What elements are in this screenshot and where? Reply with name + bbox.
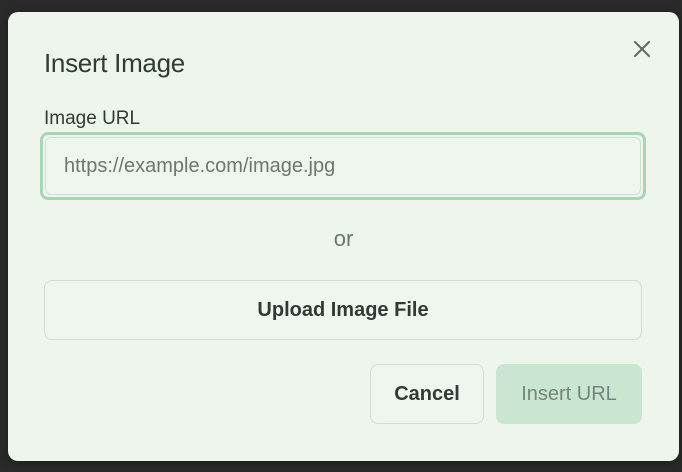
image-url-label: Image URL: [44, 108, 141, 129]
image-url-focus-ring: [40, 132, 646, 200]
upload-image-file-button[interactable]: Upload Image File: [44, 280, 642, 340]
close-button[interactable]: [629, 36, 655, 62]
close-icon: [634, 41, 650, 57]
insert-url-button[interactable]: Insert URL: [496, 364, 642, 424]
dialog-title: Insert Image: [44, 48, 185, 78]
or-separator: or: [333, 226, 354, 251]
image-url-input[interactable]: [45, 137, 641, 195]
insert-image-dialog: Insert Image Image URL or Upload Image F…: [8, 12, 679, 461]
cancel-button[interactable]: Cancel: [370, 364, 484, 424]
